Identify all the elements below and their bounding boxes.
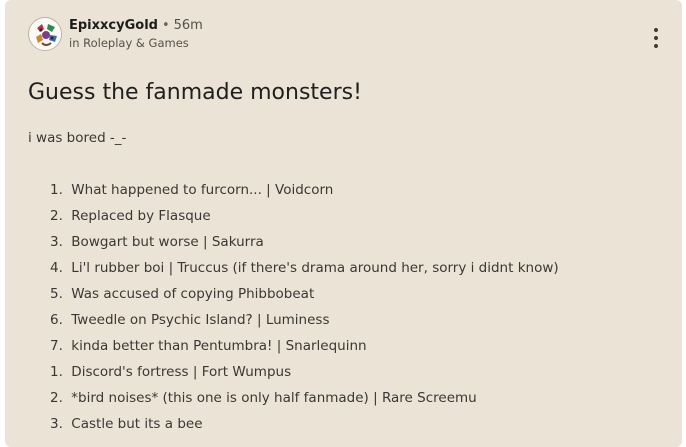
- list-text: Was accused of copying Phibbobeat: [71, 286, 315, 302]
- community-link[interactable]: Roleplay & Games: [83, 36, 189, 50]
- list-number: 3.: [50, 416, 63, 432]
- post-title: Guess the fanmade monsters!: [28, 80, 362, 105]
- list-number: 7.: [50, 338, 63, 354]
- list-item: 2. *bird noises* (this one is only half …: [50, 387, 559, 413]
- list-number: 3.: [50, 234, 63, 250]
- list-item: 3. Bowgart but worse | Sakurra: [50, 231, 559, 257]
- post-card: EpixxcyGold • 56m in Roleplay & Games Gues…: [5, 0, 682, 447]
- author-line: EpixxcyGold • 56m: [69, 18, 203, 34]
- list-text: *bird noises* (this one is only half fan…: [71, 390, 477, 406]
- list-item: 3. Castle but its a bee: [50, 413, 559, 439]
- avatar-image: [30, 19, 61, 50]
- monster-list: 1. What happened to furcorn... | Voidcor…: [50, 179, 559, 439]
- list-number: 2.: [50, 208, 63, 224]
- list-item: 7. kinda better than Pentumbra! | Snarle…: [50, 335, 559, 361]
- list-number: 1.: [50, 182, 63, 198]
- list-text: Li'l rubber boi | Truccus (if there's dr…: [71, 260, 559, 276]
- author-name[interactable]: EpixxcyGold: [69, 18, 158, 33]
- author-avatar[interactable]: [28, 17, 62, 51]
- list-text: What happened to furcorn... | Voidcorn: [71, 182, 334, 198]
- community-line: in Roleplay & Games: [69, 36, 189, 50]
- post-intro: i was bored -_-: [28, 130, 127, 146]
- list-item: 2. Replaced by Flasque: [50, 205, 559, 231]
- more-dot: [654, 44, 658, 48]
- more-dot: [654, 28, 658, 32]
- list-number: 6.: [50, 312, 63, 328]
- list-item: 6. Tweedle on Psychic Island? | Luminess: [50, 309, 559, 335]
- list-number: 1.: [50, 364, 63, 380]
- post-header: EpixxcyGold • 56m in Roleplay & Games: [28, 14, 672, 58]
- post-time: 56m: [173, 18, 203, 33]
- community-prefix: in: [69, 36, 80, 50]
- meta-separator: •: [161, 18, 170, 33]
- list-number: 2.: [50, 390, 63, 406]
- list-item: 5. Was accused of copying Phibbobeat: [50, 283, 559, 309]
- list-item: 1. Discord's fortress | Fort Wumpus: [50, 361, 559, 387]
- list-number: 5.: [50, 286, 63, 302]
- list-text: Discord's fortress | Fort Wumpus: [71, 364, 292, 380]
- more-dot: [654, 36, 658, 40]
- list-text: Castle but its a bee: [71, 416, 203, 432]
- list-text: kinda better than Pentumbra! | Snarlequi…: [71, 338, 367, 354]
- list-item: 1. What happened to furcorn... | Voidcor…: [50, 179, 559, 205]
- more-options-icon[interactable]: [648, 26, 664, 50]
- list-text: Replaced by Flasque: [71, 208, 211, 224]
- list-text: Bowgart but worse | Sakurra: [71, 234, 264, 250]
- list-text: Tweedle on Psychic Island? | Luminess: [71, 312, 330, 328]
- list-number: 4.: [50, 260, 63, 276]
- list-item: 4. Li'l rubber boi | Truccus (if there's…: [50, 257, 559, 283]
